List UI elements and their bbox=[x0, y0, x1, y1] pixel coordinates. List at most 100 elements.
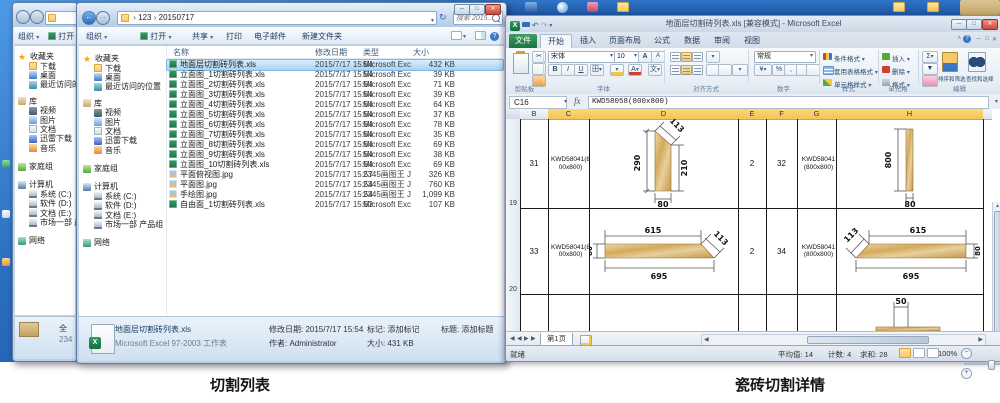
email-button[interactable]: 电子邮件 bbox=[254, 31, 286, 42]
close-button[interactable]: ✕ bbox=[982, 19, 998, 30]
close-button[interactable]: ✕ bbox=[485, 4, 501, 15]
list-item[interactable]: 立面图_10切割砖列表.xls2015/7/17 15:54Microsoft … bbox=[167, 160, 503, 170]
address-bar[interactable]: › 123 › 20150717 ▾ bbox=[117, 11, 437, 25]
align-left-icon[interactable] bbox=[670, 65, 681, 75]
tab-formulas[interactable]: 公式 bbox=[648, 34, 676, 48]
align-top-icon[interactable] bbox=[670, 52, 681, 62]
background-explorer-window[interactable]: 组织 ▾ 打开 ★收藏夹 下载 桌面 最近访问的位置 库 视频 图片 文档 迅雷… bbox=[12, 2, 78, 362]
list-item[interactable]: 立面图_3切割砖列表.xls2015/7/17 15:54Microsoft E… bbox=[167, 90, 503, 100]
increase-indent-icon[interactable] bbox=[718, 64, 732, 76]
breadcrumb-item[interactable]: 123 bbox=[138, 13, 151, 22]
sidebar-item-drive-e[interactable]: 文档 (E:) bbox=[83, 210, 165, 219]
forward-icon[interactable] bbox=[30, 10, 44, 24]
sidebar-item-thunder[interactable]: 迅雷下载 bbox=[83, 136, 165, 145]
sidebar-item-desktop[interactable]: 桌面 bbox=[83, 73, 165, 82]
tab-home[interactable]: 开始 bbox=[540, 34, 572, 49]
zoom-in-icon[interactable]: + bbox=[961, 368, 972, 379]
next-sheet-icon[interactable]: ▶ bbox=[524, 335, 529, 342]
list-item[interactable]: 手绘图.jpg2015/7/17 15:542345画图王 JPG ...1,0… bbox=[167, 190, 503, 200]
zoom-knob[interactable] bbox=[988, 360, 995, 370]
cell-e20[interactable]: 2 bbox=[738, 208, 766, 294]
column-header-name[interactable]: 名称 bbox=[173, 47, 189, 58]
tab-data[interactable]: 数据 bbox=[678, 34, 706, 48]
sidebar-item-music[interactable]: 音乐 bbox=[18, 144, 78, 153]
workbook-restore-icon[interactable]: □ bbox=[985, 36, 989, 42]
desktop-icon[interactable] bbox=[2, 160, 10, 168]
scroll-thumb[interactable] bbox=[807, 336, 929, 344]
sidebar-item-drive-c[interactable]: 系统 (C:) bbox=[83, 192, 165, 201]
list-item[interactable]: 平面图.jpg2015/7/17 15:542345画图王 JPG ...760… bbox=[167, 180, 503, 190]
views-icon[interactable]: ▾ bbox=[450, 31, 466, 40]
row-header-20[interactable]: 20 bbox=[506, 208, 521, 294]
address-dropdown-icon[interactable]: ▾ bbox=[431, 15, 434, 25]
sidebar-item-favorites[interactable]: ★收藏夹 bbox=[18, 52, 78, 61]
decrease-decimal-icon[interactable] bbox=[806, 64, 820, 76]
list-item[interactable]: 立面图_2切割砖列表.xls2015/7/17 15:54Microsoft E… bbox=[167, 80, 503, 90]
list-item[interactable]: 立面图_8切割砖列表.xls2015/7/17 15:54Microsoft E… bbox=[167, 140, 503, 150]
cell-f19[interactable]: 32 bbox=[766, 119, 797, 208]
vertical-scrollbar[interactable]: ▲ ▼ bbox=[992, 202, 1000, 331]
number-format-select[interactable]: 常规▾ bbox=[754, 51, 816, 63]
list-item[interactable]: 立面图_4切割砖列表.xls2015/7/17 15:54Microsoft E… bbox=[167, 100, 503, 110]
scroll-up-icon[interactable]: ▲ bbox=[993, 202, 1000, 210]
tab-view[interactable]: 视图 bbox=[738, 34, 766, 48]
row-header-partial[interactable] bbox=[506, 294, 521, 331]
cell-c19[interactable]: KWD58041(800x800) bbox=[548, 119, 593, 208]
minimize-button[interactable]: ─ bbox=[951, 19, 967, 30]
borders-icon[interactable]: 田▾ bbox=[590, 64, 604, 76]
collapse-ribbon-icon[interactable]: ˄ bbox=[957, 36, 961, 42]
paste-button[interactable] bbox=[512, 51, 528, 75]
cell-f20[interactable]: 34 bbox=[766, 208, 797, 294]
help-icon[interactable]: ? bbox=[963, 35, 971, 43]
maximize-button[interactable]: □ bbox=[966, 19, 982, 30]
align-middle-icon[interactable] bbox=[681, 52, 692, 62]
column-header-size[interactable]: 大小 bbox=[413, 47, 429, 58]
prev-sheet-icon[interactable]: ◀ bbox=[517, 335, 522, 342]
sidebar-item-drive-share[interactable]: 市场一部 产品组（专用） bbox=[18, 218, 78, 227]
scroll-left-icon[interactable]: ◀ bbox=[704, 336, 709, 343]
print-button[interactable]: 打印 bbox=[226, 31, 242, 42]
cell-g20[interactable]: KWD58041(800x800) bbox=[797, 208, 840, 294]
underline-icon[interactable]: U bbox=[574, 64, 588, 76]
explorer-window[interactable]: ← → › 123 › 20150717 ▾ ↻ ─ □ ✕ 组织 ▾ 打开 ▾… bbox=[76, 2, 507, 364]
phonetic-icon[interactable]: 文▾ bbox=[648, 64, 662, 76]
italic-icon[interactable]: I bbox=[561, 64, 575, 76]
align-center-icon[interactable] bbox=[681, 65, 692, 75]
help-icon[interactable]: ? bbox=[490, 31, 499, 41]
zoom-slider[interactable] bbox=[964, 363, 1000, 365]
font-color-icon[interactable]: A▾ bbox=[628, 64, 642, 76]
app-icon[interactable] bbox=[587, 2, 598, 12]
organize-button[interactable]: 组织 ▾ bbox=[18, 31, 39, 42]
sidebar-item-downloads[interactable]: 下载 bbox=[83, 63, 165, 72]
organize-button[interactable]: 组织 ▾ bbox=[86, 31, 107, 42]
tab-insert[interactable]: 插入 bbox=[574, 34, 602, 48]
insert-cells-button[interactable]: 插入 ▾ bbox=[892, 53, 910, 63]
cell-b19[interactable]: 31 bbox=[520, 119, 548, 208]
list-item[interactable]: 立面图_7切割砖列表.xls2015/7/17 15:54Microsoft E… bbox=[167, 130, 503, 140]
open-button[interactable]: 打开 bbox=[48, 31, 74, 42]
sidebar-item-network[interactable]: 网络 bbox=[83, 238, 165, 247]
tab-review[interactable]: 审阅 bbox=[708, 34, 736, 48]
sidebar-item-desktop[interactable]: 桌面 bbox=[18, 71, 78, 80]
sidebar-item-drive-d[interactable]: 软件 (D:) bbox=[18, 199, 78, 208]
folder-icon[interactable] bbox=[927, 2, 939, 12]
back-icon[interactable]: ← bbox=[82, 11, 96, 25]
sidebar-item-network[interactable]: 网络 bbox=[18, 236, 78, 245]
conditional-formatting-button[interactable]: 条件格式 ▾ bbox=[834, 53, 865, 63]
align-right-icon[interactable] bbox=[692, 65, 703, 75]
browser-icon[interactable] bbox=[557, 2, 568, 13]
sidebar-item-drive-e[interactable]: 文档 (E:) bbox=[18, 208, 78, 217]
new-folder-button[interactable]: 新建文件夹 bbox=[302, 31, 342, 42]
sidebar-item-drive-c[interactable]: 系统 (C:) bbox=[18, 190, 78, 199]
cell-g19[interactable]: KWD58041(800x800) bbox=[797, 119, 840, 208]
sort-filter-button[interactable]: 排序和筛选 bbox=[938, 75, 966, 83]
list-item[interactable]: 立面图_5切割砖列表.xls2015/7/17 15:54Microsoft E… bbox=[167, 110, 503, 120]
grow-font-icon[interactable]: A bbox=[638, 51, 652, 63]
column-header-type[interactable]: 类型 bbox=[363, 47, 379, 58]
share-button[interactable]: 共享 ▾ bbox=[192, 31, 213, 42]
list-item[interactable]: 平面俯视图.jpg2015/7/17 15:572345画图王 JPG ...3… bbox=[167, 170, 503, 180]
sidebar-item-recent[interactable]: 最近访问的位置 bbox=[18, 80, 78, 89]
fill-color-icon[interactable]: ▾ bbox=[610, 64, 624, 76]
list-item[interactable]: 地面层切割砖列表.xls2015/7/17 15:54Microsoft Exc… bbox=[167, 60, 503, 70]
scroll-thumb[interactable] bbox=[994, 211, 1000, 331]
